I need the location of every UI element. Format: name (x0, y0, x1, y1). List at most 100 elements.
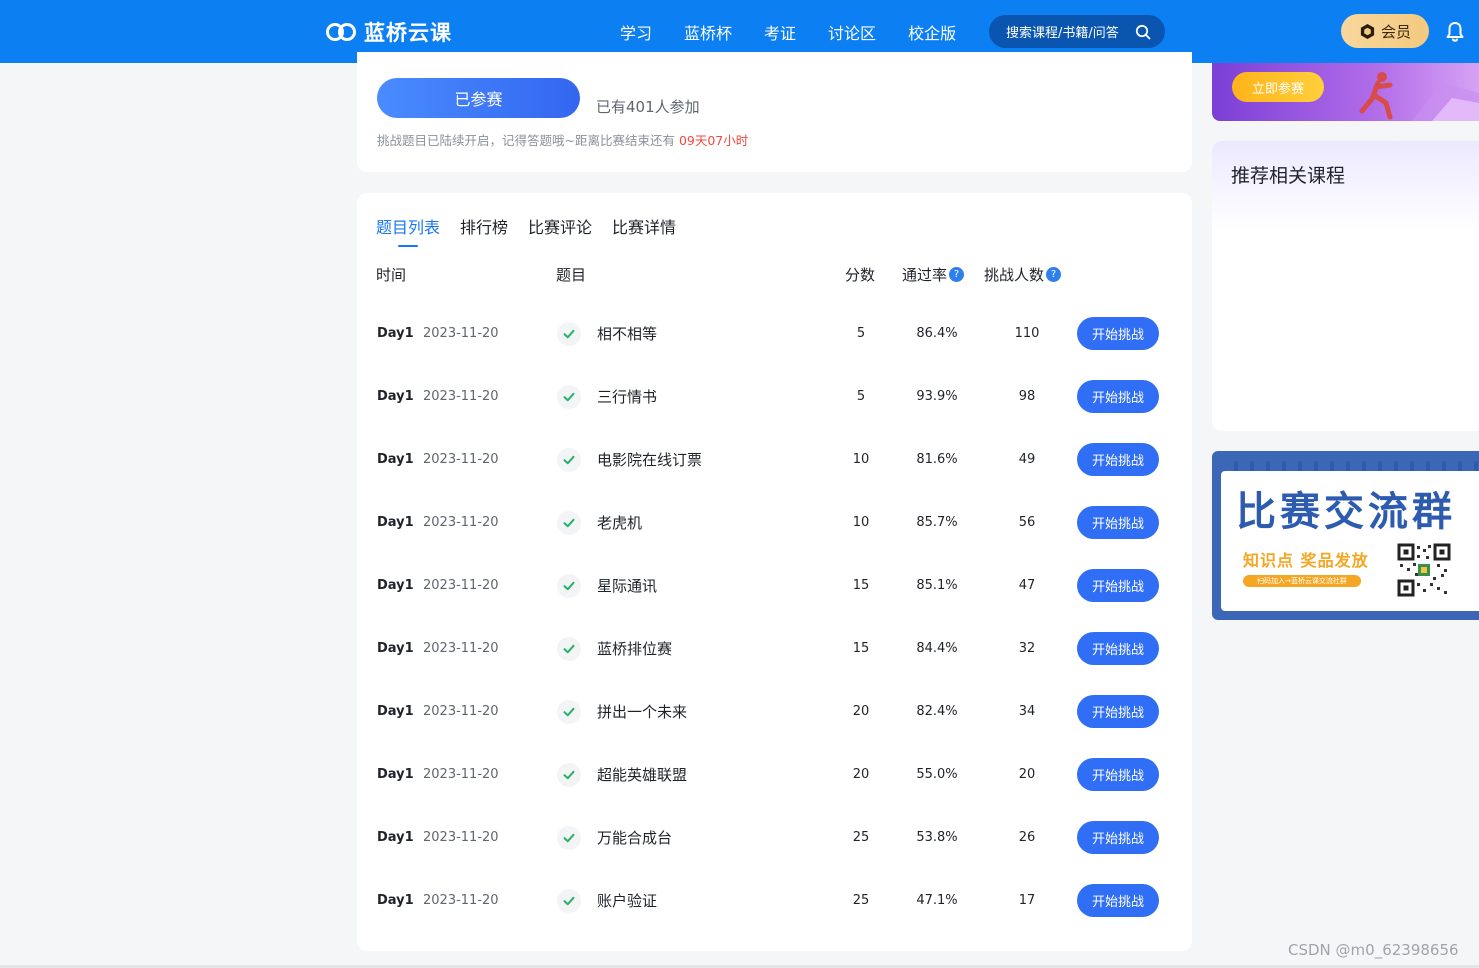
start-challenge-button[interactable]: 开始挑战 (1077, 380, 1159, 413)
search-input[interactable]: 搜索课程/书籍/问答 (1006, 22, 1132, 41)
row-date: 2023-11-20 (423, 830, 499, 845)
row-title[interactable]: 相不相等 (597, 302, 657, 365)
table-row: Day1 2023-11-20 星际通讯 15 85.1% 47 开始挑战 (357, 554, 1192, 617)
group-subtitle: 知识点 奖品发放 (1243, 551, 1369, 570)
row-status (557, 428, 581, 491)
help-icon[interactable]: ? (949, 267, 965, 282)
row-day: Day1 (377, 830, 414, 845)
start-challenge-button[interactable]: 开始挑战 (1077, 821, 1159, 854)
row-pass-rate: 82.4% (916, 704, 958, 719)
joined-button[interactable]: 已参赛 (377, 78, 580, 118)
header-title: 题目 (556, 266, 587, 284)
row-challengers: 26 (1018, 830, 1036, 845)
row-status (557, 491, 581, 554)
vip-button[interactable]: 会员 (1341, 14, 1429, 48)
row-status (557, 680, 581, 743)
start-challenge-button[interactable]: 开始挑战 (1077, 758, 1159, 791)
row-date: 2023-11-20 (423, 704, 499, 719)
start-challenge-button[interactable]: 开始挑战 (1077, 317, 1159, 350)
header-time: 时间 (376, 266, 407, 284)
join-now-button[interactable]: 立即参赛 (1232, 72, 1324, 102)
row-pass-rate: 93.9% (916, 389, 958, 404)
table-row: Day1 2023-11-20 相不相等 5 86.4% 110 开始挑战 (357, 302, 1192, 365)
nav-item-learn[interactable]: 学习 (620, 20, 652, 44)
row-challengers: 56 (1018, 515, 1036, 530)
countdown-time: 09天07小时 (678, 133, 749, 148)
qr-code-icon (1397, 543, 1451, 597)
row-challengers: 98 (1018, 389, 1036, 404)
row-date: 2023-11-20 (423, 893, 499, 908)
row-title[interactable]: 万能合成台 (597, 806, 672, 869)
check-icon (557, 888, 581, 913)
row-pass-rate: 53.8% (916, 830, 958, 845)
row-title[interactable]: 超能英雄联盟 (597, 743, 687, 806)
row-challengers: 47 (1018, 578, 1036, 593)
row-challengers: 49 (1018, 452, 1036, 467)
row-status (557, 302, 581, 365)
start-challenge-button[interactable]: 开始挑战 (1077, 506, 1159, 539)
vip-badge-icon (1360, 23, 1375, 39)
row-status (557, 869, 581, 932)
nav-item-enterprise[interactable]: 校企版 (908, 20, 956, 44)
row-date: 2023-11-20 (423, 326, 499, 341)
row-date: 2023-11-20 (423, 641, 499, 656)
start-challenge-button[interactable]: 开始挑战 (1077, 884, 1159, 917)
group-title: 比赛交流群 (1236, 489, 1456, 535)
row-title[interactable]: 老虎机 (597, 491, 642, 554)
row-title[interactable]: 电影院在线订票 (597, 428, 702, 491)
row-title[interactable]: 账户验证 (597, 869, 657, 932)
nav-item-lanqiao-cup[interactable]: 蓝桥杯 (684, 20, 732, 44)
countdown-prefix: 挑战题目已陆续开启，记得答题哦~距离比赛结束还有 (377, 133, 679, 148)
bell-icon[interactable] (1443, 20, 1467, 44)
row-pass-rate: 81.6% (916, 452, 958, 467)
runner-illustration-icon (1359, 72, 1479, 121)
row-day: Day1 (377, 704, 414, 719)
search-box[interactable]: 搜索课程/书籍/问答 (989, 15, 1165, 48)
check-icon (557, 510, 581, 535)
contest-group-banner[interactable]: 比赛交流群 知识点 奖品发放 扫码加入→蓝桥云课交流社群 (1212, 451, 1479, 620)
nav-item-discussion[interactable]: 讨论区 (828, 20, 876, 44)
participant-count: 已有401人参加 (596, 98, 700, 116)
row-day: Day1 (377, 326, 414, 341)
nav-item-certification[interactable]: 考证 (764, 20, 796, 44)
recommended-courses-card: 推荐相关课程 (1212, 141, 1479, 431)
row-pass-rate: 84.4% (916, 641, 958, 656)
row-score: 15 (852, 578, 870, 593)
row-pass-rate: 86.4% (916, 326, 958, 341)
start-challenge-button[interactable]: 开始挑战 (1077, 569, 1159, 602)
row-day: Day1 (377, 893, 414, 908)
row-title[interactable]: 蓝桥排位赛 (597, 617, 672, 680)
logo-mark-icon (326, 20, 358, 44)
site-logo[interactable]: 蓝桥云课 (326, 16, 452, 48)
tab-comments[interactable]: 比赛评论 (528, 214, 592, 238)
tab-leaderboard[interactable]: 排行榜 (460, 214, 508, 238)
row-status (557, 617, 581, 680)
watermark: CSDN @m0_62398656 (1288, 941, 1459, 959)
header-score: 分数 (845, 266, 876, 284)
promo-banner[interactable]: 立即参赛 (1212, 63, 1479, 121)
start-challenge-button[interactable]: 开始挑战 (1077, 632, 1159, 665)
countdown-text: 挑战题目已陆续开启，记得答题哦~距离比赛结束还有 09天07小时 (377, 130, 748, 149)
table-row: Day1 2023-11-20 账户验证 25 47.1% 17 开始挑战 (357, 869, 1192, 932)
tab-problem-list[interactable]: 题目列表 (376, 214, 440, 238)
search-icon[interactable] (1132, 21, 1154, 43)
table-row: Day1 2023-11-20 蓝桥排位赛 15 84.4% 32 开始挑战 (357, 617, 1192, 680)
group-banner-inner: 比赛交流群 知识点 奖品发放 扫码加入→蓝桥云课交流社群 (1221, 471, 1479, 611)
tab-details[interactable]: 比赛详情 (612, 214, 676, 238)
start-challenge-button[interactable]: 开始挑战 (1077, 443, 1159, 476)
table-row: Day1 2023-11-20 万能合成台 25 53.8% 26 开始挑战 (357, 806, 1192, 869)
table-row: Day1 2023-11-20 超能英雄联盟 20 55.0% 20 开始挑战 (357, 743, 1192, 806)
active-tab-indicator (398, 245, 418, 247)
row-pass-rate: 47.1% (916, 893, 958, 908)
table-row: Day1 2023-11-20 三行情书 5 93.9% 98 开始挑战 (357, 365, 1192, 428)
row-score: 5 (856, 326, 866, 341)
group-note: 扫码加入→蓝桥云课交流社群 (1243, 575, 1361, 587)
row-pass-rate: 55.0% (916, 767, 958, 782)
row-title[interactable]: 星际通讯 (597, 554, 657, 617)
row-date: 2023-11-20 (423, 452, 499, 467)
row-title[interactable]: 三行情书 (597, 365, 657, 428)
help-icon[interactable]: ? (1046, 267, 1062, 282)
row-day: Day1 (377, 641, 414, 656)
row-title[interactable]: 拼出一个未来 (597, 680, 687, 743)
start-challenge-button[interactable]: 开始挑战 (1077, 695, 1159, 728)
